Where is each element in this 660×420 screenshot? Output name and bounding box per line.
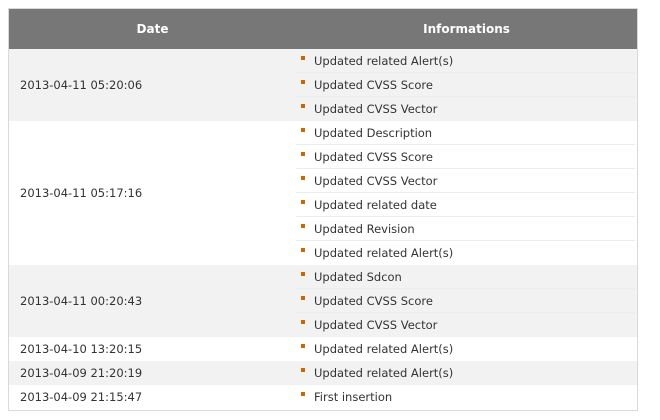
square-bullet-icon xyxy=(301,104,305,108)
list-item: Updated Sdcon xyxy=(296,265,635,289)
date-cell: 2013-04-11 05:17:16 xyxy=(9,121,296,265)
date-cell: 2013-04-09 21:15:47 xyxy=(9,385,296,409)
history-table: Date Informations 2013-04-11 05:20:06 Upd… xyxy=(9,9,637,409)
list-item-label: Updated Sdcon xyxy=(314,269,402,284)
list-item: Updated CVSS Score xyxy=(296,73,635,97)
table-row: 2013-04-09 21:15:47 First insertion xyxy=(9,385,637,409)
table-row: 2013-04-11 05:20:06 Updated related Alert… xyxy=(9,49,637,121)
list-item: Updated CVSS Vector xyxy=(296,313,635,337)
list-item: Updated related date xyxy=(296,193,635,217)
square-bullet-icon xyxy=(301,271,305,276)
table-body: 2013-04-11 05:20:06 Updated related Alert… xyxy=(9,49,637,409)
list-item-label: Updated related Alert(s) xyxy=(314,246,454,260)
list-item-label: Updated CVSS Score xyxy=(314,77,433,92)
table-header: Date Informations xyxy=(9,9,637,49)
list-item-label: Updated related Alert(s) xyxy=(314,342,454,356)
date-cell: 2013-04-11 05:20:06 xyxy=(9,49,296,121)
list-item-label: Updated related date xyxy=(314,197,437,212)
informations-cell: Updated Sdcon Updated CVSS Score Updated C… xyxy=(296,265,637,337)
square-bullet-icon xyxy=(301,79,305,84)
square-bullet-icon xyxy=(301,248,305,252)
informations-list: First insertion xyxy=(296,385,635,409)
date-cell: 2013-04-09 21:20:19 xyxy=(9,361,296,385)
history-table-container: Date Informations 2013-04-11 05:20:06 Upd… xyxy=(8,8,638,411)
list-item-label: Updated related Alert(s) xyxy=(314,53,454,68)
informations-list: Updated Sdcon Updated CVSS Score Updated C… xyxy=(296,265,635,337)
square-bullet-icon xyxy=(301,127,305,132)
header-row: Date Informations xyxy=(9,9,637,49)
table-row: 2013-04-10 13:20:15 Updated related Alert… xyxy=(9,337,637,361)
list-item: Updated CVSS Vector xyxy=(296,97,635,121)
informations-list: Updated related Alert(s) xyxy=(296,337,635,361)
list-item-label: First insertion xyxy=(314,390,393,404)
column-header-date: Date xyxy=(9,9,296,49)
informations-cell: Updated Description Updated CVSS Score Upd… xyxy=(296,121,637,265)
list-item: Updated Description xyxy=(296,121,635,145)
list-item: Updated Revision xyxy=(296,217,635,241)
square-bullet-icon xyxy=(301,295,305,300)
date-cell: 2013-04-11 00:20:43 xyxy=(9,265,296,337)
square-bullet-icon xyxy=(301,392,305,396)
list-item-label: Updated CVSS Vector xyxy=(314,102,438,116)
list-item: Updated related Alert(s) xyxy=(296,337,635,361)
column-header-informations: Informations xyxy=(296,9,637,49)
informations-cell: Updated related Alert(s) xyxy=(296,337,637,361)
informations-list: Updated related Alert(s) xyxy=(296,361,635,385)
list-item: Updated CVSS Vector xyxy=(296,169,635,193)
list-item-label: Updated Description xyxy=(314,125,433,140)
list-item-label: Updated related Alert(s) xyxy=(314,366,454,380)
list-item: Updated related Alert(s) xyxy=(296,361,635,385)
date-cell: 2013-04-10 13:20:15 xyxy=(9,337,296,361)
informations-list: Updated Description Updated CVSS Score Upd… xyxy=(296,121,635,265)
square-bullet-icon xyxy=(301,223,305,228)
informations-cell: Updated related Alert(s) Updated CVSS Sco… xyxy=(296,49,637,121)
list-item: Updated related Alert(s) xyxy=(296,241,635,265)
informations-cell: First insertion xyxy=(296,385,637,409)
list-item: Updated related Alert(s) xyxy=(296,49,635,73)
square-bullet-icon xyxy=(301,175,305,180)
list-item-label: Updated CVSS Vector xyxy=(314,173,438,188)
square-bullet-icon xyxy=(301,151,305,156)
table-row: 2013-04-11 00:20:43 Updated Sdcon Updated … xyxy=(9,265,637,337)
list-item: Updated CVSS Score xyxy=(296,145,635,169)
list-item-label: Updated CVSS Vector xyxy=(314,318,438,332)
informations-cell: Updated related Alert(s) xyxy=(296,361,637,385)
square-bullet-icon xyxy=(301,368,305,372)
table-row: 2013-04-09 21:20:19 Updated related Alert… xyxy=(9,361,637,385)
square-bullet-icon xyxy=(301,344,305,348)
list-item-label: Updated CVSS Score xyxy=(314,149,433,164)
informations-list: Updated related Alert(s) Updated CVSS Sco… xyxy=(296,49,635,121)
table-row: 2013-04-11 05:17:16 Updated Description Up… xyxy=(9,121,637,265)
square-bullet-icon xyxy=(301,55,305,60)
list-item-label: Updated Revision xyxy=(314,221,415,236)
list-item: Updated CVSS Score xyxy=(296,289,635,313)
list-item-label: Updated CVSS Score xyxy=(314,293,433,308)
list-item: First insertion xyxy=(296,385,635,409)
square-bullet-icon xyxy=(301,320,305,324)
square-bullet-icon xyxy=(301,199,305,204)
